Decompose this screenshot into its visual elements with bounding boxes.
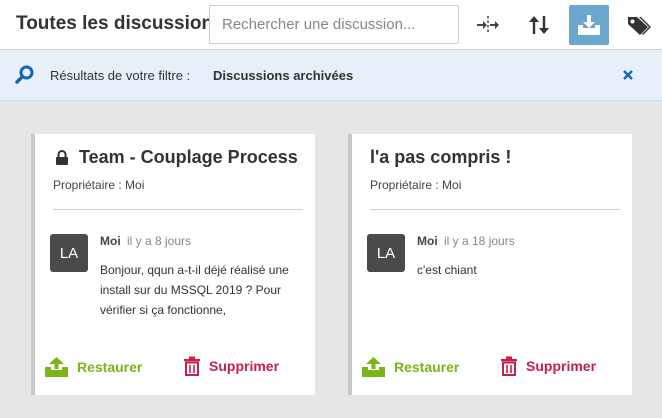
restore-icon xyxy=(362,357,385,377)
avatar: LA xyxy=(367,234,405,272)
divider xyxy=(370,209,620,210)
restore-label: Restaurer xyxy=(394,359,460,375)
restore-button[interactable]: Restaurer xyxy=(361,356,459,378)
delete-label: Supprimer xyxy=(209,358,280,374)
delete-button[interactable]: Supprimer xyxy=(183,356,279,376)
top-toolbar: Toutes les discussion xyxy=(0,0,662,50)
clear-filter-button[interactable] xyxy=(617,64,639,86)
discussion-card[interactable]: l'a pas compris ! Propriétaire : Moi LA … xyxy=(348,134,632,395)
filter-bar: Résultats de votre filtre : Discussions … xyxy=(0,51,662,101)
close-icon xyxy=(623,70,633,80)
tags-button[interactable] xyxy=(618,5,658,45)
tags-icon xyxy=(628,17,651,35)
message-preview: Bonjour, qqun a-t-il déjé réalisé une in… xyxy=(100,263,289,317)
restore-label: Restaurer xyxy=(77,359,143,375)
page-title: Toutes les discussion xyxy=(16,13,214,34)
sort-button[interactable] xyxy=(519,5,559,45)
message-author: Moi xyxy=(100,234,121,248)
filter-value: Discussions archivées xyxy=(213,68,354,83)
discussion-title[interactable]: Team - Couplage Process xyxy=(79,147,298,168)
archive-button[interactable] xyxy=(569,5,609,45)
filter-label: Résultats de votre filtre : xyxy=(50,68,191,83)
discussion-owner: Propriétaire : Moi xyxy=(370,178,462,192)
message-preview: c'est chiant xyxy=(417,263,477,277)
message-time: il y a 8 jours xyxy=(127,234,192,248)
search-input[interactable] xyxy=(209,5,459,44)
divider xyxy=(53,209,303,210)
download-tray-icon xyxy=(578,15,600,35)
delete-label: Supprimer xyxy=(526,358,597,374)
lock-icon xyxy=(56,150,68,165)
delete-button[interactable]: Supprimer xyxy=(500,356,596,376)
message-author: Moi xyxy=(417,234,438,248)
discussion-card[interactable]: Team - Couplage Process Propriétaire : M… xyxy=(31,134,315,395)
restore-button[interactable]: Restaurer xyxy=(44,356,142,378)
discussion-owner: Propriétaire : Moi xyxy=(53,178,145,192)
avatar: LA xyxy=(50,234,88,272)
discussion-title[interactable]: l'a pas compris ! xyxy=(370,147,511,168)
search-icon xyxy=(15,65,34,84)
restore-icon xyxy=(45,357,68,377)
trash-icon xyxy=(184,356,200,376)
trash-icon xyxy=(501,356,517,376)
message-time: il y a 18 jours xyxy=(444,234,515,248)
merge-button[interactable] xyxy=(468,5,508,45)
sort-icon xyxy=(529,16,549,34)
merge-icon xyxy=(477,16,499,34)
